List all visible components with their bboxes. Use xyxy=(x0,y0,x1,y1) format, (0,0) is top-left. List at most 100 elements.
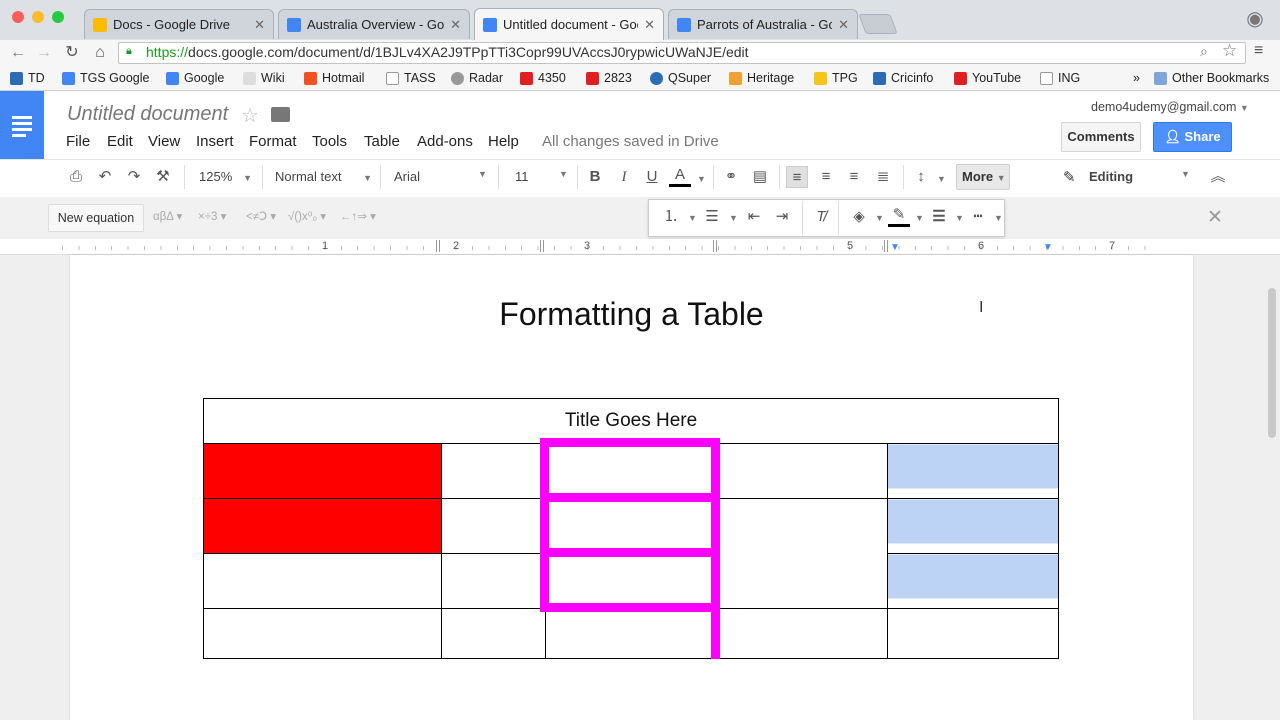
undo-icon[interactable]: ↶ xyxy=(94,166,116,188)
table-cell[interactable] xyxy=(545,553,716,609)
align-right-icon[interactable]: ≡ xyxy=(843,166,865,188)
paint-format-icon[interactable]: ⚒ xyxy=(152,166,174,188)
redo-icon[interactable]: ↷ xyxy=(123,166,145,188)
bookmark-heritage[interactable]: Heritage xyxy=(729,71,794,85)
other-bookmarks[interactable]: Other Bookmarks xyxy=(1154,71,1269,85)
table-cell[interactable] xyxy=(715,498,888,609)
more-button[interactable]: More ▼ xyxy=(956,164,1010,190)
border-dash-icon[interactable]: ┅ xyxy=(967,206,989,228)
table-cell[interactable] xyxy=(545,498,716,554)
table-cell[interactable] xyxy=(545,443,716,499)
menu-file[interactable]: File xyxy=(66,133,90,150)
minimize-window-button[interactable] xyxy=(32,11,44,23)
bookmark-2823[interactable]: 2823 xyxy=(586,71,632,85)
menu-edit[interactable]: Edit xyxy=(107,133,133,150)
underline-icon[interactable]: U xyxy=(641,166,663,188)
bookmark-radar[interactable]: Radar xyxy=(451,71,503,85)
chevron-down-icon[interactable]: ▼ xyxy=(994,213,1003,223)
menu-table[interactable]: Table xyxy=(364,133,400,150)
bookmark-tass[interactable]: TASS xyxy=(386,71,436,85)
new-tab-button[interactable] xyxy=(858,14,898,34)
bookmark-qsuper[interactable]: QSuper xyxy=(650,71,711,85)
bookmark-td[interactable]: TD xyxy=(10,71,45,85)
close-tab-icon[interactable]: ✕ xyxy=(838,17,849,33)
operators-menu[interactable]: ×÷3 ▾ xyxy=(198,209,226,223)
star-icon[interactable]: ☆ xyxy=(241,103,259,128)
align-center-icon[interactable]: ≡ xyxy=(815,166,837,188)
chevron-down-icon[interactable]: ▼ xyxy=(937,174,946,184)
home-icon[interactable]: ⌂ xyxy=(90,43,110,63)
document-heading[interactable]: Formatting a Table xyxy=(70,296,1193,333)
table-cell[interactable] xyxy=(545,608,716,659)
greek-letters-menu[interactable]: αβΔ ▾ xyxy=(153,209,182,223)
menu-help[interactable]: Help xyxy=(488,133,519,150)
bookmark-google[interactable]: Google xyxy=(166,71,224,85)
print-icon[interactable]: ⎙ xyxy=(65,166,87,188)
chevron-down-icon[interactable]: ▼ xyxy=(955,213,964,223)
close-window-button[interactable] xyxy=(12,11,24,23)
comment-icon[interactable]: ▤ xyxy=(749,166,771,188)
column-marker[interactable] xyxy=(713,240,719,252)
column-marker[interactable] xyxy=(540,240,546,252)
close-equation-toolbar-icon[interactable]: ✕ xyxy=(1207,206,1223,229)
border-color-icon[interactable]: ✎ xyxy=(888,204,910,227)
menu-view[interactable]: View xyxy=(148,133,180,150)
clear-formatting-icon[interactable]: T̸ xyxy=(810,206,832,228)
chevron-down-icon[interactable]: ▼ xyxy=(688,213,697,223)
editing-mode-select[interactable]: Editing ▼ xyxy=(1089,169,1190,184)
left-indent-marker[interactable]: ▼ xyxy=(890,242,900,253)
align-left-icon[interactable]: ≡ xyxy=(786,166,808,188)
document-title[interactable]: Untitled document xyxy=(67,103,228,126)
table-cell[interactable] xyxy=(887,498,1059,554)
table-cell[interactable] xyxy=(715,608,888,659)
table-cell[interactable] xyxy=(441,498,546,554)
italic-icon[interactable]: I xyxy=(613,166,635,188)
table-cell[interactable] xyxy=(887,443,1059,499)
menu-insert[interactable]: Insert xyxy=(196,133,234,150)
table-cell[interactable] xyxy=(203,443,442,499)
account-email[interactable]: demo4udemy@gmail.com ▼ xyxy=(1091,100,1249,114)
bookmark-4350[interactable]: 4350 xyxy=(520,71,566,85)
reload-icon[interactable]: ↻ xyxy=(62,43,82,63)
save-status[interactable]: All changes saved in Drive xyxy=(542,133,719,150)
chrome-menu-icon[interactable]: ≡ xyxy=(1254,42,1263,60)
justify-icon[interactable]: ≣ xyxy=(872,166,894,188)
decrease-indent-icon[interactable]: ⇤ xyxy=(743,206,765,228)
forward-icon[interactable]: → xyxy=(34,43,54,63)
increase-indent-icon[interactable]: ⇥ xyxy=(771,206,793,228)
font-select[interactable]: Arial ▼ xyxy=(394,169,487,184)
chevron-down-icon[interactable]: ▼ xyxy=(915,213,924,223)
bookmark-youtube[interactable]: YouTube xyxy=(954,71,1021,85)
new-equation-button[interactable]: New equation xyxy=(48,204,144,232)
url-text[interactable]: https://docs.google.com/document/d/1BJLv… xyxy=(146,44,749,60)
chevron-down-icon[interactable]: ▼ xyxy=(729,213,738,223)
share-button[interactable]: 👤︎ Share xyxy=(1153,122,1232,152)
maximize-window-button[interactable] xyxy=(52,11,64,23)
tab-docs-drive[interactable]: Docs - Google Drive ✕ xyxy=(84,9,274,39)
folder-icon[interactable] xyxy=(271,107,290,122)
arrows-menu[interactable]: ←↑⇒ ▾ xyxy=(340,209,376,223)
collapse-toolbar-icon[interactable]: ︽ xyxy=(1207,166,1229,188)
tab-untitled-document[interactable]: Untitled document - Google ✕ xyxy=(474,8,664,40)
zoom-icon[interactable]: ⌕ xyxy=(1200,43,1208,60)
zoom-select[interactable]: 125% ▼ xyxy=(199,169,252,184)
relations-menu[interactable]: <≠Ↄ ▾ xyxy=(246,209,276,223)
style-select[interactable]: Normal text ▼ xyxy=(275,169,372,184)
table-title-cell[interactable]: Title Goes Here xyxy=(203,398,1059,444)
table-cell[interactable] xyxy=(203,608,442,659)
bookmark-star-icon[interactable]: ☆ xyxy=(1222,41,1237,61)
close-tab-icon[interactable]: ✕ xyxy=(450,17,461,33)
bookmark-ing[interactable]: ING xyxy=(1040,71,1080,85)
table-cell[interactable] xyxy=(887,553,1059,609)
docs-home-button[interactable] xyxy=(0,91,44,159)
line-spacing-icon[interactable]: ↕ xyxy=(910,166,932,188)
menu-format[interactable]: Format xyxy=(249,133,297,150)
table-cell[interactable] xyxy=(715,443,888,499)
back-icon[interactable]: ← xyxy=(8,43,28,63)
tab-parrots-of-australia[interactable]: Parrots of Australia - Google ✕ xyxy=(668,9,858,39)
bookmark-hotmail[interactable]: Hotmail xyxy=(304,71,364,85)
menu-addons[interactable]: Add-ons xyxy=(417,133,473,150)
chevron-down-icon[interactable]: ▼ xyxy=(875,213,884,223)
close-tab-icon[interactable]: ✕ xyxy=(254,17,265,33)
comments-button[interactable]: Comments xyxy=(1061,122,1141,152)
